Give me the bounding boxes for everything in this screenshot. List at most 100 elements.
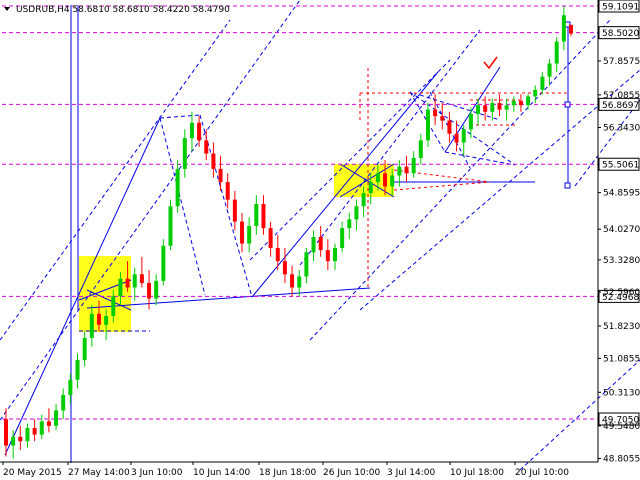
candle-body [39,421,44,435]
y-tick-label: 49.5480 [603,422,640,432]
candle-body [111,296,116,317]
candle-body [168,206,173,246]
candle-body [125,278,130,288]
candle-body [75,359,80,380]
candle-body [61,395,66,411]
candle-body [454,133,459,143]
candle-body [518,100,523,106]
candle-body [483,105,488,112]
y-tick-label: 48.8055 [603,455,640,465]
y-tick-label: 53.3280 [603,256,640,266]
candle-body [497,103,502,110]
candle-body [46,421,51,426]
candle-body [254,204,259,226]
candle-body [440,116,445,121]
candle-body [225,182,230,200]
candle-body [290,274,295,288]
x-tick-label: 10 Jul 18:00 [450,468,504,478]
chart-title: USDRUB,H4 58.6810 58.6810 58.4220 58.479… [16,5,230,15]
candle-body [526,96,531,106]
candle-body [261,204,266,229]
candle-body [89,313,94,338]
candle-body [182,138,187,169]
level-badge-label: 58.5020 [602,29,639,39]
level-badge-label: 59.1091 [602,3,639,13]
candle-body [325,250,330,262]
candle-body [554,41,559,64]
y-tick-label: 51.8230 [603,322,640,332]
candle-body [433,109,438,117]
candle-body [282,261,287,275]
candle-body [11,436,16,446]
y-tick-label: 54.8595 [603,189,640,199]
y-tick-label: 56.3430 [603,123,640,133]
candle-body [297,276,302,288]
candle-body [569,24,573,34]
y-tick-label: 54.0270 [603,225,640,235]
candle-body [197,122,202,141]
y-tick-label: 50.3130 [603,388,640,398]
candle-body [397,166,402,176]
x-tick-label: 3 Jul 14:00 [387,468,436,478]
candle-body [32,428,37,435]
candle-body [504,105,509,110]
candle-body [175,168,180,207]
candle-body [468,113,473,130]
level-badge-label: 56.8697 [602,101,639,111]
target-marker-bottom [564,182,571,189]
candle-body [368,182,373,194]
candle-body [404,166,409,174]
candle-body [340,228,345,248]
candle-body [347,219,352,229]
candle-body [332,247,337,262]
x-tick-label: 20 Jul 10:00 [515,468,569,478]
x-tick-label: 27 May 14:00 [68,468,130,478]
candle-body [25,428,30,442]
candle-body [461,129,466,143]
candle-body [82,337,87,360]
candle-body [154,280,159,299]
candle-body [390,175,395,187]
candle-body [476,105,481,114]
candle-body [533,89,538,97]
x-tick-label: 20 May 2015 [3,468,62,478]
candle-body [304,252,309,277]
candle-body [240,221,245,244]
candle-body [211,153,216,169]
candle-body [218,168,223,183]
level-badge-label: 55.5061 [602,161,639,171]
candle-body [68,379,73,396]
x-tick-label: 18 Jun 18:00 [259,468,316,478]
candle-body [18,436,23,442]
candle-body [361,193,366,207]
x-tick-label: 26 Jun 10:00 [323,468,380,478]
candle-body [139,274,144,284]
candle-body [189,122,194,139]
candle-body [411,157,416,174]
x-tick-label: 3 Jun 10:00 [131,468,183,478]
candle-body [425,109,430,141]
candle-body [383,173,388,187]
candle-body [275,247,280,262]
candle-body [96,313,101,325]
chart-root: 59.1091 58.5020 56.8697 55.5061 52.4968 49.70… [0,0,640,480]
candle-body [418,140,423,158]
candle-body [54,410,59,426]
y-tick-label: 52.5960 [603,288,640,298]
candle-body [540,76,545,90]
candle-body [247,225,252,244]
candle-body [547,63,552,77]
candle-body [4,419,8,446]
candle-body [132,274,137,288]
candle-body [104,316,109,325]
candle-body [311,236,316,253]
candle-body [147,283,152,299]
candle-body [232,199,237,222]
candle-body [204,140,209,154]
candle-body [490,103,495,112]
candle-body [447,120,452,134]
candle-body [268,228,273,248]
y-tick-label: 51.0855 [603,354,640,364]
x-tick-label: 10 Jun 14:00 [193,468,250,478]
candle-body [561,15,566,42]
